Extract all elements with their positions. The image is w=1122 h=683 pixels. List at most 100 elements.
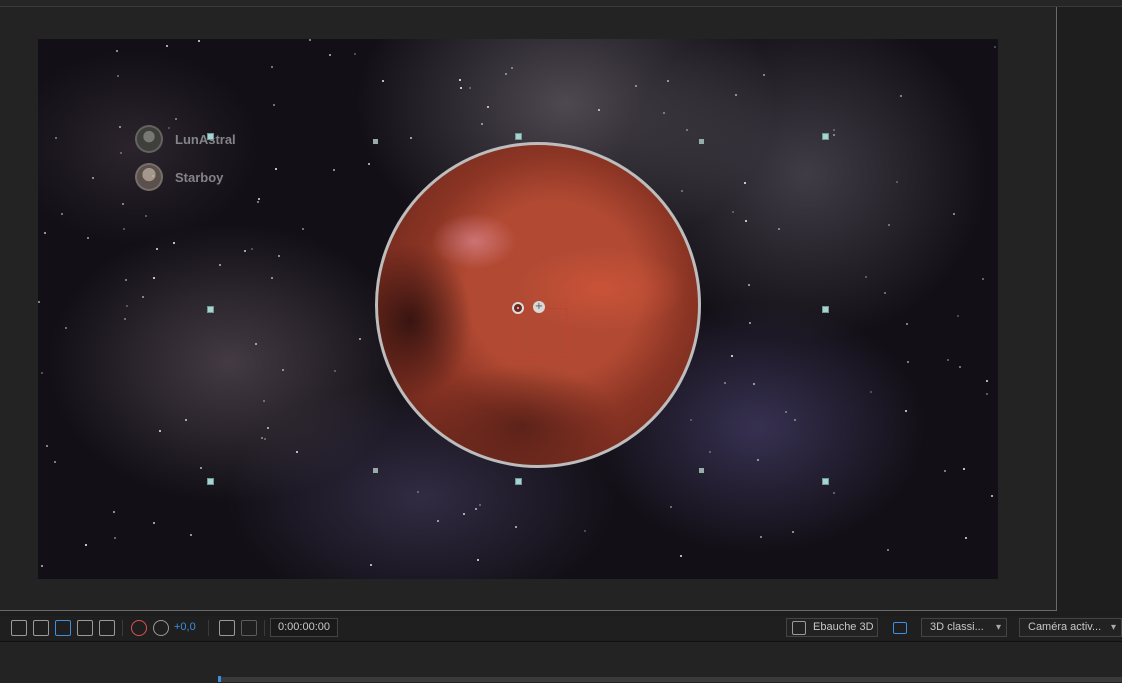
color-channels-icon[interactable] — [131, 620, 147, 636]
transform-handle[interactable] — [822, 478, 829, 485]
show-snapshot-icon[interactable] — [241, 620, 257, 636]
star — [267, 427, 269, 429]
snapshot-icon[interactable] — [219, 620, 235, 636]
guides-icon[interactable] — [99, 620, 115, 636]
star — [145, 215, 147, 217]
star — [732, 211, 734, 213]
star — [947, 359, 949, 361]
view-select-value: 3D classi... — [930, 621, 984, 633]
star — [760, 536, 762, 538]
renderer-label: Ebauche 3D — [813, 621, 874, 633]
timecode-field[interactable]: 0:00:00:00 — [270, 618, 338, 637]
star — [85, 544, 87, 546]
star — [142, 296, 144, 298]
star — [275, 168, 277, 170]
avatar — [135, 125, 163, 153]
transform-handle[interactable] — [822, 133, 829, 140]
star — [359, 338, 361, 340]
mask-path-icon[interactable] — [55, 620, 71, 636]
transparency-grid-icon[interactable] — [33, 620, 49, 636]
star — [505, 73, 507, 75]
star — [124, 318, 126, 320]
mask-vertex[interactable] — [373, 139, 378, 144]
star — [264, 438, 266, 440]
mask-vertex[interactable] — [699, 468, 704, 473]
star — [41, 565, 43, 567]
star — [663, 112, 665, 114]
star — [833, 492, 835, 494]
star — [113, 511, 115, 513]
star — [55, 137, 57, 139]
star — [735, 94, 737, 96]
region-of-interest-icon[interactable] — [77, 620, 93, 636]
star — [748, 284, 750, 286]
star — [833, 129, 835, 131]
star — [459, 79, 461, 81]
star — [865, 276, 867, 278]
star — [173, 242, 175, 244]
star — [475, 508, 477, 510]
view-select[interactable]: 3D classi... ▾ — [921, 618, 1007, 637]
star — [584, 530, 586, 532]
timeline-ruler[interactable] — [218, 677, 1122, 682]
mask-vertex[interactable] — [699, 139, 704, 144]
star — [271, 66, 273, 68]
star — [122, 203, 124, 205]
star — [905, 410, 907, 412]
star — [463, 513, 465, 515]
transform-handle[interactable] — [515, 133, 522, 140]
star — [302, 228, 304, 230]
transform-handle[interactable] — [822, 306, 829, 313]
star — [778, 228, 780, 230]
camera-select[interactable]: Caméra activ... ▾ — [1019, 618, 1122, 637]
star — [963, 468, 965, 470]
star — [785, 411, 787, 413]
star — [125, 279, 127, 281]
transform-handle[interactable] — [207, 306, 214, 313]
toolbar-divider — [264, 620, 265, 636]
star — [477, 559, 479, 561]
playhead[interactable] — [218, 676, 221, 682]
star — [667, 80, 669, 82]
star — [794, 419, 796, 421]
star — [119, 126, 121, 128]
exposure-value[interactable]: +0,0 — [174, 621, 196, 633]
star — [370, 564, 372, 566]
star — [153, 522, 155, 524]
star — [126, 305, 128, 307]
avatar — [135, 163, 163, 191]
star — [479, 504, 481, 506]
star — [900, 95, 902, 97]
star — [690, 419, 692, 421]
chevron-down-icon: ▾ — [995, 622, 1001, 633]
composition-frame[interactable]: LunAstral Starboy + — [38, 39, 998, 579]
transform-handle[interactable] — [515, 478, 522, 485]
star — [61, 213, 63, 215]
star — [410, 137, 412, 139]
top-divider — [0, 0, 1122, 7]
star — [417, 491, 419, 493]
star — [670, 506, 672, 508]
star — [263, 400, 265, 402]
user-badge-lunastral: LunAstral — [135, 125, 236, 153]
fast-preview-icon[interactable] — [11, 620, 27, 636]
position-crosshair-icon[interactable]: + — [533, 301, 545, 313]
camera-select-value: Caméra activ... — [1028, 621, 1102, 633]
star — [200, 467, 202, 469]
user-name: Starboy — [175, 169, 224, 185]
mask-vertex[interactable] — [373, 468, 378, 473]
transform-handle[interactable] — [207, 478, 214, 485]
transform-handle[interactable] — [207, 133, 214, 140]
star — [258, 198, 260, 200]
star — [870, 391, 872, 393]
exposure-icon[interactable] — [153, 620, 169, 636]
star — [120, 152, 122, 154]
star — [175, 118, 177, 120]
region-box — [517, 308, 567, 358]
star — [156, 248, 158, 250]
star — [38, 301, 40, 303]
star — [986, 393, 988, 395]
view-layout-icon[interactable] — [893, 622, 907, 634]
anchor-point-icon[interactable] — [512, 302, 524, 314]
star — [965, 537, 967, 539]
